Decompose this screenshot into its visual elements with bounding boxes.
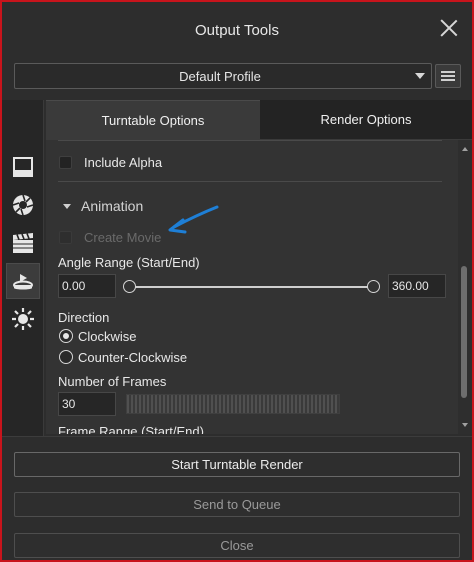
options-scrollbar[interactable] [458,140,472,434]
hamburger-line [441,75,455,77]
number-of-frames-label: Number of Frames [58,374,167,389]
scrollbar-thumb[interactable] [461,266,467,398]
output-tools-window: Output Tools Default Profile Turntable O… [0,0,474,562]
collapse-caret-icon[interactable] [63,204,71,209]
turntable-options-panel: Include Alpha Animation Create Movie Ang… [46,140,458,434]
frames-slider[interactable] [126,394,340,414]
tab-turntable-options[interactable]: Turntable Options [46,100,260,140]
angle-start-handle[interactable] [123,280,136,293]
chevron-down-icon [415,73,425,79]
frames-input[interactable]: 30 [58,392,116,416]
include-alpha-label: Include Alpha [84,155,163,170]
angle-range-slider-track[interactable] [130,286,374,288]
animation-section-header[interactable]: Animation [81,198,143,214]
profile-menu-button[interactable] [435,64,461,88]
scroll-down-icon[interactable] [462,423,468,427]
counter-clockwise-label[interactable]: Counter-Clockwise [78,350,187,365]
aperture-icon[interactable] [7,190,39,220]
action-buttons-area: Start Turntable Render Send to Queue Clo… [2,436,472,560]
hamburger-line [441,79,455,81]
start-turntable-render-button[interactable]: Start Turntable Render [14,452,460,477]
turntable-icon[interactable] [6,263,40,299]
clockwise-label[interactable]: Clockwise [78,329,137,344]
profile-selected-value: Default Profile [179,69,261,84]
angle-end-input[interactable]: 360.00 [388,274,446,298]
window-title: Output Tools [195,22,279,39]
hamburger-line [441,71,455,73]
counter-clockwise-radio[interactable] [59,350,73,364]
title-bar: Output Tools [2,2,472,56]
light-icon[interactable] [7,304,39,334]
profile-dropdown[interactable]: Default Profile [14,63,432,89]
viewport-icon[interactable] [7,152,39,182]
send-to-queue-button[interactable]: Send to Queue [14,492,460,517]
close-icon[interactable] [440,19,458,37]
angle-start-input[interactable]: 0.00 [58,274,116,298]
close-button[interactable]: Close [14,533,460,558]
clapperboard-icon[interactable] [7,228,39,258]
create-movie-checkbox[interactable] [59,231,72,244]
options-tabs: Turntable Options Render Options [46,100,472,140]
divider [58,140,442,141]
tab-render-options[interactable]: Render Options [260,100,472,140]
sidebar [2,100,44,436]
scroll-up-icon[interactable] [462,147,468,151]
include-alpha-checkbox[interactable] [59,156,72,169]
clockwise-radio[interactable] [59,329,73,343]
angle-range-label: Angle Range (Start/End) [58,255,200,270]
divider [58,181,442,182]
angle-end-handle[interactable] [367,280,380,293]
direction-label: Direction [58,310,110,325]
create-movie-label: Create Movie [84,230,162,245]
frame-range-label: Frame Range (Start/End) [58,424,204,434]
